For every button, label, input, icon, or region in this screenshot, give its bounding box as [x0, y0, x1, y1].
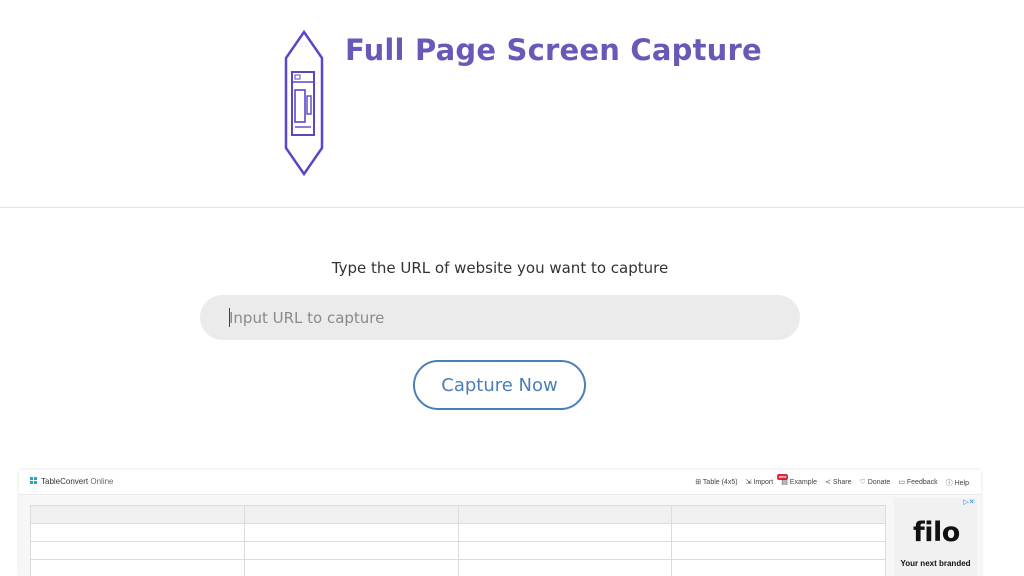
- preview-menu-feedback: ▭ Feedback: [898, 479, 938, 486]
- preview-menu-import: ⇲ Import new: [745, 474, 789, 486]
- table-cell: [244, 542, 459, 560]
- table-cell: [672, 524, 886, 542]
- table-cell: [458, 506, 673, 524]
- preview-menu-share: ≺ Share: [825, 479, 852, 486]
- table-row: [31, 524, 886, 542]
- table-row: [31, 560, 886, 576]
- preview-brand: TableConvert Online: [30, 477, 114, 486]
- browser-window-icon: [284, 30, 324, 176]
- preview-navbar: TableConvert Online ⊞ Table (4x5) ⇲ Impo…: [19, 470, 981, 495]
- table-cell: [244, 506, 459, 524]
- preview-menu-example: ▤ Example: [781, 479, 818, 486]
- ad-logo: filo: [913, 517, 960, 548]
- table-row: [31, 506, 886, 524]
- preview-menu: ⊞ Table (4x5) ⇲ Import new ▤ Example ≺ Sh…: [695, 474, 969, 488]
- page-header: Full Page Screen Capture: [0, 0, 1024, 208]
- capture-prompt: Type the URL of website you want to capt…: [331, 259, 669, 277]
- table-cell: [31, 524, 245, 542]
- preview-brand-suffix: Online: [88, 477, 114, 486]
- preview-table: [30, 505, 886, 576]
- example-screenshot-preview: TableConvert Online ⊞ Table (4x5) ⇲ Impo…: [19, 470, 981, 576]
- table-cell: [31, 506, 245, 524]
- page-title: Full Page Screen Capture: [345, 33, 762, 67]
- capture-now-button[interactable]: Capture Now: [413, 360, 586, 410]
- grid-logo-icon: [30, 477, 38, 485]
- table-cell: [672, 542, 886, 560]
- ad-text: Your next branded: [900, 559, 971, 568]
- table-cell: [672, 506, 886, 524]
- preview-menu-donate: ♡ Donate: [859, 479, 891, 486]
- table-cell: [459, 560, 673, 576]
- table-cell: [31, 542, 245, 560]
- table-cell: [31, 560, 245, 576]
- url-input[interactable]: [200, 295, 800, 340]
- text-cursor: [229, 308, 230, 327]
- preview-menu-help: ⓘ Help: [945, 480, 969, 487]
- table-cell: [672, 560, 886, 576]
- preview-brand-name: TableConvert: [41, 477, 89, 486]
- preview-menu-table: ⊞ Table (4x5): [695, 479, 738, 486]
- table-cell: [458, 542, 673, 560]
- table-row: [31, 542, 886, 560]
- table-cell: [458, 524, 673, 542]
- ad-choices-icon: ▷✕: [963, 499, 975, 506]
- table-cell: [244, 524, 459, 542]
- table-cell: [245, 560, 459, 576]
